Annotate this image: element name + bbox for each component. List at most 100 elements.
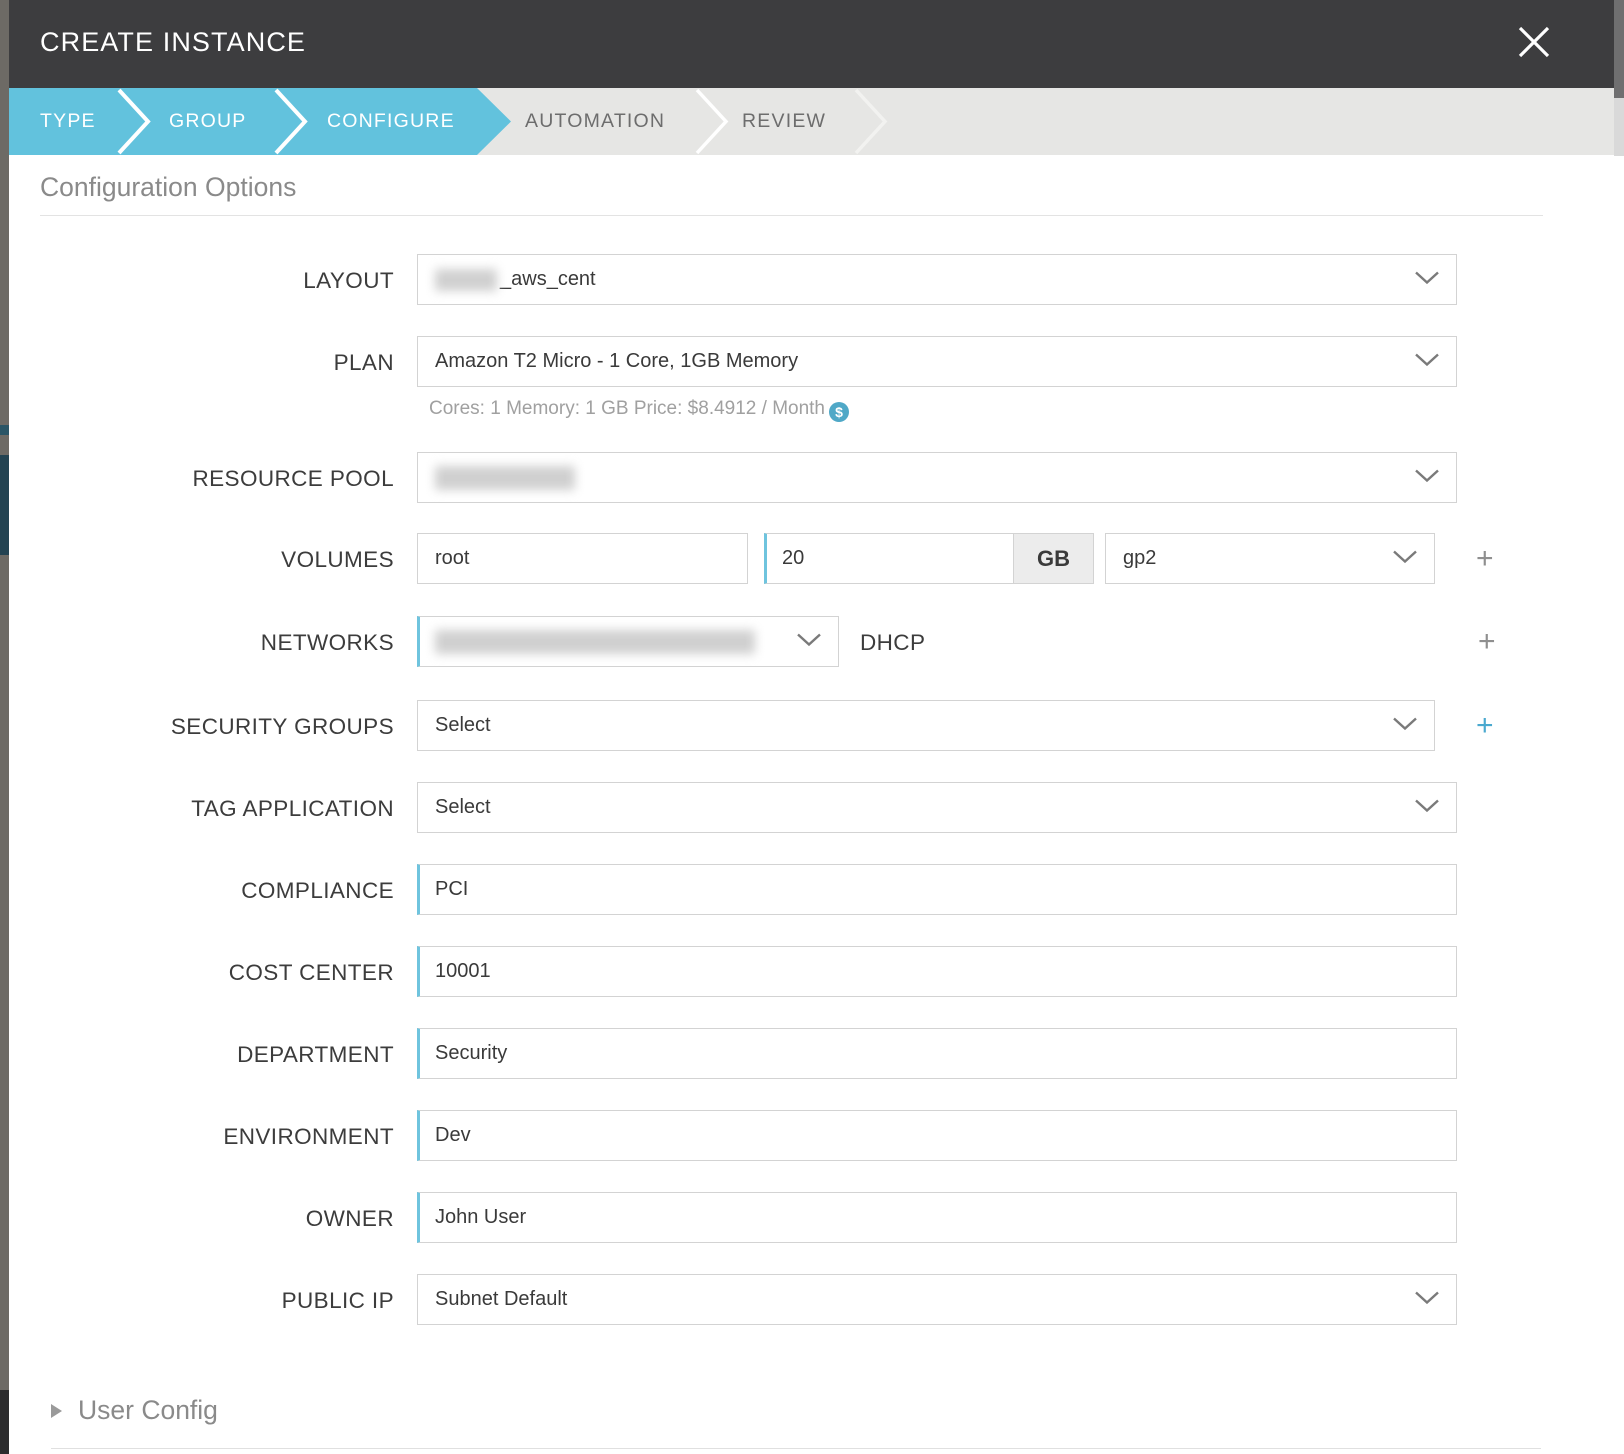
chevron-down-icon	[1414, 1288, 1440, 1311]
user-config-label: User Config	[78, 1395, 218, 1426]
owner-label: OWNER	[9, 1206, 394, 1232]
add-network-button[interactable]: +	[1478, 627, 1496, 657]
section-divider	[40, 215, 1543, 216]
security-groups-select[interactable]: Select	[417, 700, 1435, 751]
create-instance-modal: CREATE INSTANCE	[9, 0, 1614, 1454]
row-layout: LAYOUT _aws_cent	[9, 254, 1614, 306]
wizard-separator-1	[117, 88, 151, 155]
row-public-ip: PUBLIC IP Subnet Default	[9, 1274, 1614, 1326]
tag-application-label: TAG APPLICATION	[9, 796, 394, 822]
close-icon[interactable]	[1512, 20, 1556, 64]
row-resource-pool: RESOURCE POOL	[9, 452, 1614, 504]
compliance-label: COMPLIANCE	[9, 878, 394, 904]
row-volumes: VOLUMES root 20 GB gp2 +	[9, 533, 1614, 585]
plan-value: Amazon T2 Micro - 1 Core, 1GB Memory	[418, 350, 798, 373]
layout-label: LAYOUT	[9, 268, 394, 294]
row-security-groups: SECURITY GROUPS Select +	[9, 700, 1614, 752]
background-right-seg-3	[1614, 156, 1624, 1454]
background-right-seg-2	[1614, 98, 1624, 156]
wizard-step-automation[interactable]: AUTOMATION	[525, 88, 665, 155]
volume-name-input[interactable]: root	[417, 533, 748, 584]
volume-size-value: 20	[767, 547, 804, 570]
security-groups-label: SECURITY GROUPS	[9, 714, 394, 740]
tag-application-value: Select	[418, 796, 491, 819]
add-volume-button[interactable]: +	[1476, 544, 1494, 574]
background-right-seg-1	[1614, 0, 1624, 98]
price-coin-icon: $	[829, 402, 849, 422]
volume-name-value: root	[418, 547, 469, 570]
resource-pool-value-redacted	[435, 466, 575, 490]
tag-application-select[interactable]: Select	[417, 782, 1457, 833]
row-owner: OWNER John User	[9, 1192, 1614, 1244]
row-environment: ENVIRONMENT Dev	[9, 1110, 1614, 1162]
wizard-active-arrow	[477, 88, 511, 155]
chevron-down-icon	[1414, 268, 1440, 291]
environment-value: Dev	[420, 1124, 471, 1147]
networks-label: NETWORKS	[9, 630, 394, 656]
environment-input[interactable]: Dev	[417, 1110, 1457, 1161]
plan-label: PLAN	[9, 350, 394, 376]
public-ip-label: PUBLIC IP	[9, 1288, 394, 1314]
plan-detail-text: Cores: 1 Memory: 1 GB Price: $8.4912 / M…	[429, 398, 825, 419]
page-background-left-edge	[0, 0, 9, 1454]
wizard-separator-2	[274, 88, 308, 155]
background-accent-c	[0, 1390, 9, 1454]
security-groups-value: Select	[418, 714, 491, 737]
page-title: Configuration Options	[40, 172, 296, 203]
plan-detail: Cores: 1 Memory: 1 GB Price: $8.4912 / M…	[429, 398, 849, 422]
row-networks: NETWORKS DHCP +	[9, 616, 1614, 668]
resource-pool-select[interactable]	[417, 452, 1457, 503]
row-cost-center: COST CENTER 10001	[9, 946, 1614, 998]
layout-select[interactable]: _aws_cent	[417, 254, 1457, 305]
cost-center-label: COST CENTER	[9, 960, 394, 986]
wizard-step-review[interactable]: REVIEW	[742, 88, 826, 155]
background-accent-b	[0, 455, 9, 555]
chevron-down-icon	[796, 630, 822, 653]
compliance-value: PCI	[420, 878, 468, 901]
network-value-redacted	[435, 630, 755, 654]
wizard-step-review-label: REVIEW	[742, 110, 826, 133]
wizard-separator-4	[854, 88, 888, 155]
modal-body: Configuration Options LAYOUT _aws_cent P…	[9, 155, 1614, 1454]
volume-unit-button[interactable]: GB	[1014, 533, 1094, 584]
owner-value: John User	[420, 1206, 526, 1229]
wizard-separator-3	[695, 88, 729, 155]
department-input[interactable]: Security	[417, 1028, 1457, 1079]
volume-size-input[interactable]: 20	[764, 533, 1014, 584]
add-security-group-button[interactable]: +	[1476, 711, 1494, 741]
network-value	[420, 630, 758, 654]
compliance-input[interactable]: PCI	[417, 864, 1457, 915]
user-config-toggle[interactable]: User Config	[51, 1395, 218, 1426]
volume-type-value: gp2	[1106, 547, 1156, 570]
layout-value: _aws_cent	[418, 268, 596, 291]
modal-title: CREATE INSTANCE	[40, 27, 306, 58]
background-accent-a	[0, 425, 9, 435]
chevron-down-icon	[1414, 466, 1440, 489]
department-label: DEPARTMENT	[9, 1042, 394, 1068]
triangle-right-icon	[51, 1404, 62, 1418]
environment-label: ENVIRONMENT	[9, 1124, 394, 1150]
network-mode-label: DHCP	[860, 630, 925, 656]
layout-value-redacted	[435, 269, 497, 291]
modal-header: CREATE INSTANCE	[9, 0, 1614, 88]
bottom-divider	[51, 1448, 1541, 1449]
owner-input[interactable]: John User	[417, 1192, 1457, 1243]
chevron-down-icon	[1392, 547, 1418, 570]
row-plan: PLAN Amazon T2 Micro - 1 Core, 1GB Memor…	[9, 336, 1614, 388]
resource-pool-value	[418, 466, 578, 490]
volume-type-select[interactable]: gp2	[1105, 533, 1435, 584]
public-ip-value: Subnet Default	[418, 1288, 567, 1311]
department-value: Security	[420, 1042, 507, 1065]
chevron-down-icon	[1414, 796, 1440, 819]
network-select[interactable]	[417, 616, 839, 667]
wizard-step-group-label: GROUP	[169, 110, 247, 133]
cost-center-input[interactable]: 10001	[417, 946, 1457, 997]
page-background-right-edge	[1614, 0, 1624, 1454]
wizard-step-configure-label: CONFIGURE	[327, 110, 455, 133]
volumes-label: VOLUMES	[9, 547, 394, 573]
row-compliance: COMPLIANCE PCI	[9, 864, 1614, 916]
plan-select[interactable]: Amazon T2 Micro - 1 Core, 1GB Memory	[417, 336, 1457, 387]
screen-root: CREATE INSTANCE	[0, 0, 1624, 1454]
chevron-down-icon	[1392, 714, 1418, 737]
public-ip-select[interactable]: Subnet Default	[417, 1274, 1457, 1325]
